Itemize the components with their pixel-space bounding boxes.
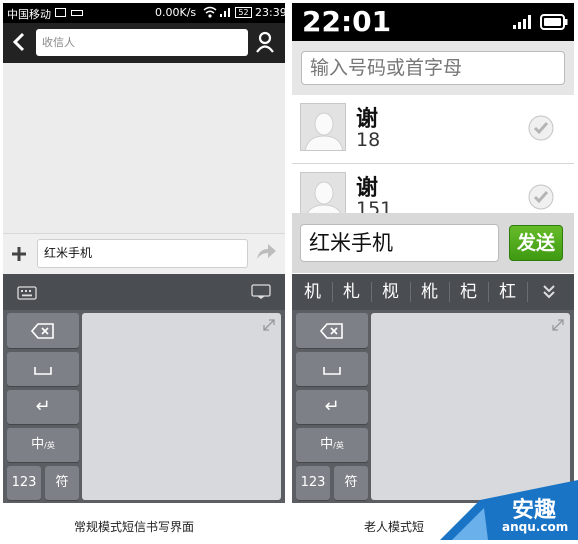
status-bar: 中国移动 0.00K/s 52 23:39 — [3, 3, 285, 23]
status-bar: 22:01 — [292, 3, 574, 41]
keyboard-toolbar — [3, 274, 285, 310]
candidate-word[interactable]: 枧 — [372, 274, 409, 310]
candidate-word[interactable]: 机 — [294, 274, 331, 310]
plus-icon — [12, 247, 26, 261]
space-key[interactable] — [7, 352, 79, 386]
watermark-domain: anqu.com — [502, 520, 569, 534]
candidate-word[interactable]: 札 — [333, 274, 370, 310]
keyboard-switch-icon[interactable] — [17, 285, 37, 304]
symbol-key[interactable]: 符 — [334, 466, 368, 500]
lang-key-sub: /英 — [44, 441, 55, 450]
contact-number: 18 — [356, 129, 381, 151]
back-button[interactable] — [11, 31, 31, 55]
candidate-word[interactable]: 杠 — [489, 274, 526, 310]
check-icon — [528, 115, 554, 141]
symbol-key[interactable]: 符 — [45, 466, 79, 500]
avatar — [300, 103, 346, 151]
double-chevron-down-icon — [543, 285, 555, 299]
message-input[interactable]: 红米手机 — [37, 239, 248, 268]
handwriting-pad[interactable] — [82, 313, 281, 500]
signal-icon — [219, 6, 233, 21]
compose-bar: 红米手机 — [3, 233, 285, 274]
network-speed: 0.00K/s — [155, 6, 197, 19]
backspace-icon — [319, 323, 343, 339]
candidate-word[interactable]: 杞 — [450, 274, 487, 310]
status-time: 23:39 — [255, 6, 285, 19]
number-key[interactable]: 123 — [7, 466, 41, 500]
backspace-key[interactable] — [7, 313, 79, 348]
send-arrow-icon — [257, 244, 276, 259]
status-time: 22:01 — [302, 5, 392, 38]
wifi-icon — [203, 5, 217, 22]
default-avatar-icon — [304, 112, 344, 150]
space-icon — [323, 367, 341, 375]
space-key[interactable] — [296, 352, 368, 386]
space-icon — [34, 367, 52, 375]
search-input[interactable]: 输入号码或首字母 — [301, 51, 565, 85]
send-button[interactable]: 发送 — [509, 225, 563, 261]
candidate-word[interactable]: 杹 — [411, 274, 448, 310]
send-button[interactable] — [255, 243, 277, 263]
hide-keyboard-icon[interactable] — [251, 284, 271, 304]
contact-row[interactable]: 谢 18 — [292, 95, 574, 164]
expand-icon[interactable] — [263, 319, 275, 331]
select-checkbox[interactable] — [528, 184, 554, 210]
person-icon — [256, 31, 274, 53]
check-icon — [528, 184, 554, 210]
standard-mode-screen: 中国移动 0.00K/s 52 23:39 收信人 红米手机 ↵ 中/英 123… — [3, 3, 285, 503]
lang-key-sub: /英 — [333, 441, 344, 450]
candidate-bar: 机 札 枧 杹 杞 杠 — [292, 274, 574, 310]
chevron-left-icon — [12, 32, 25, 52]
message-thread-area — [3, 63, 285, 233]
select-checkbox[interactable] — [528, 115, 554, 141]
watermark-logo: 安趣 anqu.com — [440, 470, 578, 540]
lang-key-main: 中 — [320, 437, 334, 452]
keyboard: ↵ 中/英 123 符 — [3, 310, 285, 503]
enter-key[interactable]: ↵ — [7, 390, 79, 424]
keyboard-notification-icon — [71, 10, 83, 16]
language-switch-key[interactable]: 中/英 — [7, 428, 79, 462]
elder-mode-screen: 22:01 输入号码或首字母 谢 18 谢 151 红米手机 发送 机 札 枧 … — [292, 3, 574, 503]
compose-bar: 红米手机 发送 — [292, 213, 574, 273]
backspace-icon — [30, 323, 54, 339]
battery-icon — [540, 14, 568, 34]
number-key[interactable]: 123 — [296, 466, 330, 500]
search-area: 输入号码或首字母 — [292, 41, 574, 95]
battery-icon: 52 — [235, 7, 252, 18]
image-notification-icon — [55, 8, 66, 17]
enter-key[interactable]: ↵ — [296, 390, 368, 424]
left-caption: 常规模式短信书写界面 — [74, 520, 195, 534]
carrier-label: 中国移动 — [7, 8, 51, 21]
lang-key-main: 中 — [31, 437, 45, 452]
signal-icon — [512, 14, 534, 34]
expand-icon[interactable] — [552, 319, 564, 331]
divider — [527, 282, 528, 302]
contact-picker-button[interactable] — [255, 31, 277, 55]
backspace-key[interactable] — [296, 313, 368, 348]
message-input[interactable]: 红米手机 — [300, 224, 499, 262]
expand-candidates-button[interactable] — [542, 284, 556, 304]
recipient-header: 收信人 — [3, 23, 285, 63]
attach-plus-button[interactable] — [11, 240, 29, 268]
recipient-input[interactable]: 收信人 — [36, 29, 248, 56]
language-switch-key[interactable]: 中/英 — [296, 428, 368, 462]
right-caption: 老人模式短 — [364, 520, 425, 534]
